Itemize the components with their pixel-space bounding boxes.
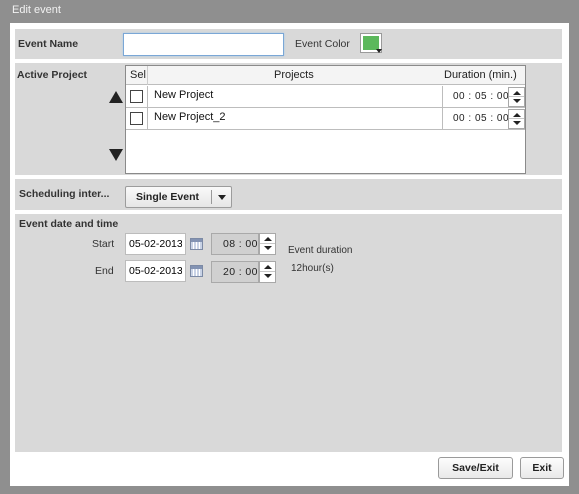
event-duration-value: 12hour(s) — [291, 263, 334, 274]
stepper-down-icon[interactable] — [509, 97, 524, 106]
end-date-input[interactable] — [125, 260, 186, 282]
scheduling-selected-value: Single Event — [136, 191, 200, 203]
calendar-icon[interactable] — [190, 265, 203, 277]
color-swatch — [363, 36, 379, 50]
scheduling-label: Scheduling inter... — [19, 188, 110, 200]
end-time-value: 20 : 00 — [223, 266, 258, 278]
stepper-up-icon[interactable] — [260, 234, 275, 244]
duration-value[interactable]: 00 : 05 : 00 — [453, 113, 509, 124]
duration-value[interactable]: 00 : 05 : 00 — [453, 91, 509, 102]
chevron-down-icon — [218, 195, 226, 200]
window-title: Edit event — [12, 4, 61, 16]
column-divider — [147, 66, 148, 85]
event-color-label: Event Color — [295, 38, 350, 50]
column-divider — [147, 86, 148, 107]
triangle-down-icon[interactable] — [109, 149, 123, 161]
edit-event-dialog: Event Name Event Color Active Project Se… — [10, 23, 569, 486]
save-exit-button[interactable]: Save/Exit — [438, 457, 513, 479]
active-project-section: Active Project Sel Projects Duration (mi… — [15, 63, 562, 175]
column-divider — [147, 108, 148, 129]
exit-button[interactable]: Exit — [520, 457, 564, 479]
project-name: New Project — [154, 89, 214, 101]
table-header: Sel Projects Duration (min.) — [126, 66, 525, 85]
event-datetime-section: Event date and time Start 08 : 00 Event … — [15, 214, 562, 452]
dropdown-arrow-icon — [376, 49, 382, 53]
end-time-input[interactable]: 20 : 00 — [211, 261, 259, 283]
event-duration-label: Event duration — [288, 245, 353, 256]
table-row[interactable]: New Project 00 : 05 : 00 — [126, 86, 525, 108]
stepper-up-icon[interactable] — [260, 262, 275, 272]
calendar-icon[interactable] — [190, 238, 203, 250]
event-color-picker[interactable] — [360, 33, 382, 53]
event-name-input[interactable] — [123, 33, 284, 56]
dropdown-divider — [211, 190, 212, 204]
start-label: Start — [92, 238, 115, 250]
stepper-down-icon[interactable] — [260, 244, 275, 254]
start-time-value: 08 : 00 — [223, 238, 258, 250]
duration-stepper[interactable] — [508, 87, 525, 107]
column-divider — [442, 108, 443, 129]
stepper-up-icon[interactable] — [509, 88, 524, 97]
project-table: Sel Projects Duration (min.) New Project… — [125, 65, 526, 174]
duration-stepper[interactable] — [508, 109, 525, 129]
active-project-label: Active Project — [17, 69, 88, 81]
column-header-projects[interactable]: Projects — [274, 69, 314, 81]
event-name-section: Event Name Event Color — [15, 29, 562, 59]
end-time-stepper[interactable] — [259, 261, 276, 283]
column-header-select[interactable]: Sel — [130, 69, 146, 81]
column-header-duration[interactable]: Duration (min.) — [444, 69, 517, 81]
title-bar: Edit event — [0, 0, 579, 22]
project-name: New Project_2 — [154, 111, 226, 123]
stepper-down-icon[interactable] — [260, 272, 275, 282]
stepper-up-icon[interactable] — [509, 110, 524, 119]
select-checkbox[interactable] — [130, 90, 143, 103]
start-time-stepper[interactable] — [259, 233, 276, 255]
start-date-input[interactable] — [125, 233, 186, 255]
scheduling-section: Scheduling inter... Single Event — [15, 179, 562, 210]
start-time-input[interactable]: 08 : 00 — [211, 233, 259, 255]
scheduling-dropdown[interactable]: Single Event — [125, 186, 232, 208]
table-row[interactable]: New Project_2 00 : 05 : 00 — [126, 108, 525, 130]
triangle-up-icon[interactable] — [109, 91, 123, 103]
event-name-label: Event Name — [18, 38, 79, 50]
column-divider — [442, 86, 443, 107]
stepper-down-icon[interactable] — [509, 119, 524, 128]
end-label: End — [95, 265, 114, 277]
event-datetime-label: Event date and time — [19, 218, 119, 230]
select-checkbox[interactable] — [130, 112, 143, 125]
